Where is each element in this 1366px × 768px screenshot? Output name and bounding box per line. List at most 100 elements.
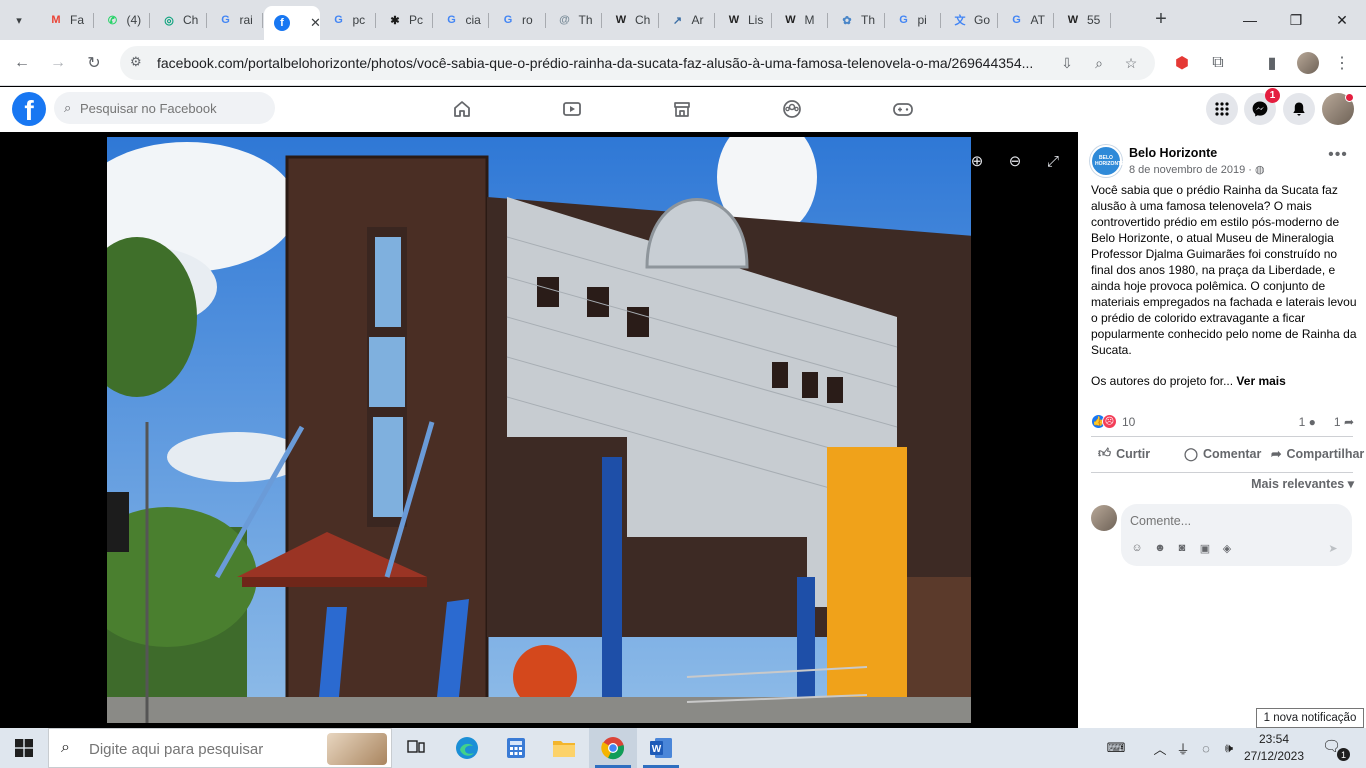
chrome-taskbar-icon[interactable] — [589, 728, 637, 768]
page-name[interactable]: Belo Horizonte — [1129, 146, 1217, 160]
start-button[interactable] — [0, 728, 48, 768]
comment-sort-dropdown[interactable]: Mais relevantes ▾ — [1251, 476, 1354, 491]
facebook-logo[interactable]: f — [12, 92, 46, 126]
browser-tab[interactable]: 文 Go — [942, 6, 998, 34]
camera-icon[interactable]: ◙ — [1174, 540, 1190, 556]
chrome-menu-icon[interactable]: ⋮ — [1330, 51, 1354, 75]
comment-count[interactable]: 1 ● — [1299, 415, 1316, 429]
browser-tab[interactable]: Gpc — [321, 6, 376, 34]
network-icon[interactable]: ◌ — [1196, 739, 1216, 757]
comment-button[interactable]: ◯ Comentar — [1184, 446, 1261, 462]
notifications-button[interactable] — [1283, 93, 1315, 125]
comment-sort-label[interactable]: Mais relevantes — [1251, 477, 1344, 491]
post-options-button[interactable]: ••• — [1324, 146, 1352, 168]
zoom-icon[interactable]: ⌕ — [1089, 53, 1109, 73]
tab-search-button[interactable]: ▾ — [8, 9, 30, 31]
comment-input[interactable] — [1130, 512, 1340, 530]
edge-icon[interactable] — [443, 728, 491, 768]
show-hidden-icons-icon[interactable]: ︿ — [1150, 739, 1170, 757]
facebook-search[interactable]: ⌕ — [54, 92, 275, 124]
comment-count-value[interactable]: 1 — [1299, 415, 1306, 429]
avatar-sticker-icon[interactable]: ☺ — [1129, 540, 1145, 556]
browser-tab[interactable]: W Ch — [603, 6, 659, 34]
task-view-icon[interactable] — [392, 728, 440, 768]
comment-user-avatar[interactable] — [1091, 505, 1117, 531]
share-button-label[interactable]: Compartilhar — [1286, 447, 1364, 461]
usb-icon[interactable]: ⏚ — [1173, 739, 1193, 757]
gaming-icon[interactable] — [891, 97, 915, 121]
keyboard-layout-icon[interactable]: ⌨ — [1104, 739, 1128, 757]
share-count-value[interactable]: 1 — [1334, 415, 1341, 429]
browser-tab[interactable]: W 55 — [1055, 6, 1111, 34]
reload-button[interactable]: ↻ — [82, 51, 106, 75]
file-explorer-icon[interactable] — [540, 728, 588, 768]
home-icon[interactable] — [450, 97, 474, 121]
restore-button[interactable]: ❐ — [1284, 8, 1308, 32]
zoom-in-icon[interactable]: ⊕ — [964, 148, 990, 174]
reactions-summary[interactable]: 👍 ☹ 10 — [1091, 414, 1135, 429]
new-notification-toast[interactable]: 1 nova notificação — [1256, 708, 1364, 728]
system-clock[interactable]: 23:54 27/12/2023 — [1240, 731, 1308, 765]
forward-button[interactable]: → — [46, 51, 70, 75]
sticker-icon[interactable]: ◈ — [1219, 540, 1235, 556]
minimize-button[interactable]: — — [1238, 8, 1262, 32]
groups-icon[interactable] — [780, 97, 804, 121]
volume-icon[interactable]: 🕪 — [1219, 739, 1239, 757]
share-button[interactable]: ➦ Compartilhar — [1271, 446, 1364, 462]
messenger-button[interactable]: 1 — [1244, 88, 1280, 125]
comment-button-label[interactable]: Comentar — [1203, 447, 1261, 461]
send-icon[interactable]: ➤ — [1325, 540, 1341, 556]
post-photo[interactable] — [107, 137, 971, 723]
side-panel-icon[interactable]: ▮ — [1260, 51, 1284, 75]
browser-tab[interactable]: M Fa — [38, 6, 94, 34]
extension-adblock-icon[interactable]: ⬢ — [1170, 51, 1194, 75]
word-icon[interactable]: W — [637, 728, 685, 768]
chrome-profile-avatar[interactable] — [1297, 52, 1319, 74]
menu-grid-button[interactable] — [1206, 93, 1238, 125]
browser-tab[interactable]: W Lis — [716, 6, 772, 34]
extensions-puzzle-icon[interactable]: ⧉ — [1206, 51, 1230, 75]
comment-composer[interactable]: ☺ ☻ ◙ ▣ ◈ ➤ — [1121, 504, 1352, 566]
action-center-button[interactable]: 🗨 1 — [1322, 737, 1350, 761]
calculator-icon[interactable] — [492, 728, 540, 768]
tab-separator — [827, 13, 828, 28]
windows-search-box[interactable]: ⌕ — [48, 728, 392, 768]
post-date-text[interactable]: 8 de novembro de 2019 · — [1129, 164, 1252, 176]
zoom-out-icon[interactable]: ⊖ — [1002, 148, 1028, 174]
marketplace-icon[interactable] — [670, 97, 694, 121]
url-text[interactable]: facebook.com/portalbelohorizonte/photos/… — [157, 55, 1057, 71]
share-count[interactable]: 1 ➦ — [1334, 415, 1354, 429]
facebook-search-input[interactable] — [80, 98, 270, 118]
browser-tab[interactable]: Gro — [490, 6, 546, 34]
browser-tab[interactable]: Gpi — [886, 6, 941, 34]
browser-tab[interactable]: ↗ Ar — [660, 6, 715, 34]
emoji-icon[interactable]: ☻ — [1152, 540, 1168, 556]
like-button[interactable]: 👍︎ Curtir — [1098, 446, 1150, 461]
video-icon[interactable] — [560, 97, 584, 121]
tab-active[interactable]: f ✕ — [264, 6, 320, 40]
like-button-label[interactable]: Curtir — [1116, 447, 1150, 461]
fullscreen-icon[interactable]: ⤢ — [1040, 148, 1066, 174]
browser-tab[interactable]: ◎ Ch — [151, 6, 207, 34]
site-info-icon[interactable]: ⚙ — [130, 54, 142, 70]
back-button[interactable]: ← — [10, 51, 34, 75]
browser-tab[interactable]: @ Th — [547, 6, 602, 34]
install-app-icon[interactable]: ⇩ — [1057, 53, 1077, 73]
browser-tab[interactable]: ✿ Th — [829, 6, 885, 34]
browser-tab[interactable]: G AT — [999, 6, 1054, 34]
windows-search-input[interactable] — [89, 738, 329, 760]
new-tab-button[interactable]: + — [1150, 9, 1172, 31]
close-tab-icon[interactable]: ✕ — [310, 15, 320, 31]
see-more-link[interactable]: Ver mais — [1236, 374, 1285, 388]
bookmark-star-icon[interactable]: ☆ — [1121, 53, 1141, 73]
close-window-button[interactable]: ✕ — [1330, 8, 1354, 32]
gif-icon[interactable]: ▣ — [1197, 540, 1213, 556]
browser-tab[interactable]: Grai — [208, 6, 263, 34]
browser-tab[interactable]: ✱ Pc — [377, 6, 433, 34]
page-avatar[interactable]: BELO HORIZONTE — [1090, 145, 1124, 177]
post-date[interactable]: 8 de novembro de 2019 · ◍ — [1129, 163, 1265, 176]
browser-tab[interactable]: ✆ (4) — [95, 6, 150, 34]
browser-tab[interactable]: Gcia — [434, 6, 489, 34]
browser-tab[interactable]: WM — [773, 6, 828, 34]
address-bar[interactable]: ⚙ facebook.com/portalbelohorizonte/photo… — [120, 46, 1155, 80]
